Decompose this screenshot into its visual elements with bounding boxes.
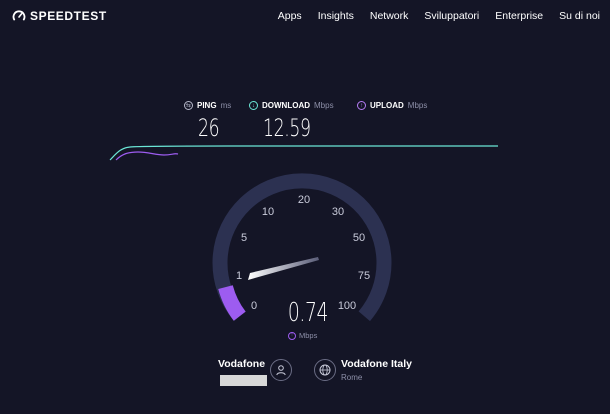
isp-name: Vodafone [218,358,266,370]
top-nav-bar: SPEEDTEST Apps Insights Network Sviluppa… [0,0,610,34]
ping-unit: ms [220,101,232,110]
server-city: Rome [341,373,363,382]
download-header: ↓ DOWNLOAD Mbps [249,101,334,110]
upload-arrow-icon: ↑ [288,331,296,340]
server-info: Vodafone Italy Rome [341,358,412,382]
download-label: DOWNLOAD [262,101,310,110]
speed-unit-label: Mbps [299,331,318,340]
gauge-needle [248,257,319,280]
nav-item-network[interactable]: Network [370,10,409,22]
gauge-tick-label: 50 [353,232,365,244]
globe-icon [319,364,331,376]
gauge-tick-label: 30 [332,206,344,218]
download-stat: ↓ DOWNLOAD Mbps 12.59 [249,101,334,142]
gauge-tick-label: 5 [241,232,247,244]
isp-ip-redacted [220,375,267,386]
nav-item-enterprise[interactable]: Enterprise [495,10,543,22]
change-server-button[interactable] [314,359,336,381]
isp-info: Vodafone [218,358,267,386]
gauge-tick-label: 0 [251,300,257,312]
speedtest-logo[interactable]: SPEEDTEST [12,9,107,23]
download-graph-line [109,145,498,161]
main-nav: Apps Insights Network Sviluppatori Enter… [278,10,600,22]
gauge-tick-label: 10 [262,206,274,218]
speedometer-icon [12,10,26,21]
gauge-tick-label: 75 [358,270,370,282]
ping-stat: ⇆ PING ms 26 [184,101,231,142]
current-speed: 0.74 ↑ Mbps [280,298,330,340]
download-arrow-icon: ↓ [249,101,258,110]
brand-name: SPEEDTEST [30,9,107,23]
upload-arrow-icon: ↑ [357,101,366,110]
gauge-tick-label: 100 [338,300,356,312]
download-unit: Mbps [314,101,334,110]
upload-label: UPLOAD [370,101,404,110]
upload-unit: Mbps [407,101,428,110]
nav-item-insights[interactable]: Insights [318,10,354,22]
throughput-graph [109,145,498,161]
nav-item-about[interactable]: Su di noi [559,10,600,22]
current-speed-unit: ↑ Mbps [288,331,317,340]
upload-header: ↑ UPLOAD Mbps [357,101,427,110]
server-name: Vodafone Italy [341,358,412,370]
person-icon [276,365,286,376]
gauge-tick-label: 20 [298,194,310,206]
ping-header: ⇆ PING ms [184,101,231,110]
current-speed-value: 0.74 [287,298,329,328]
nav-item-apps[interactable]: Apps [278,10,302,22]
nav-item-developers[interactable]: Sviluppatori [424,10,479,22]
ping-label: PING [197,101,217,110]
upload-stat: ↑ UPLOAD Mbps [357,101,427,110]
gauge-tick-label: 1 [236,270,242,282]
isp-button[interactable] [270,359,292,381]
upload-graph-line [115,151,179,161]
ping-icon: ⇆ [184,101,193,110]
